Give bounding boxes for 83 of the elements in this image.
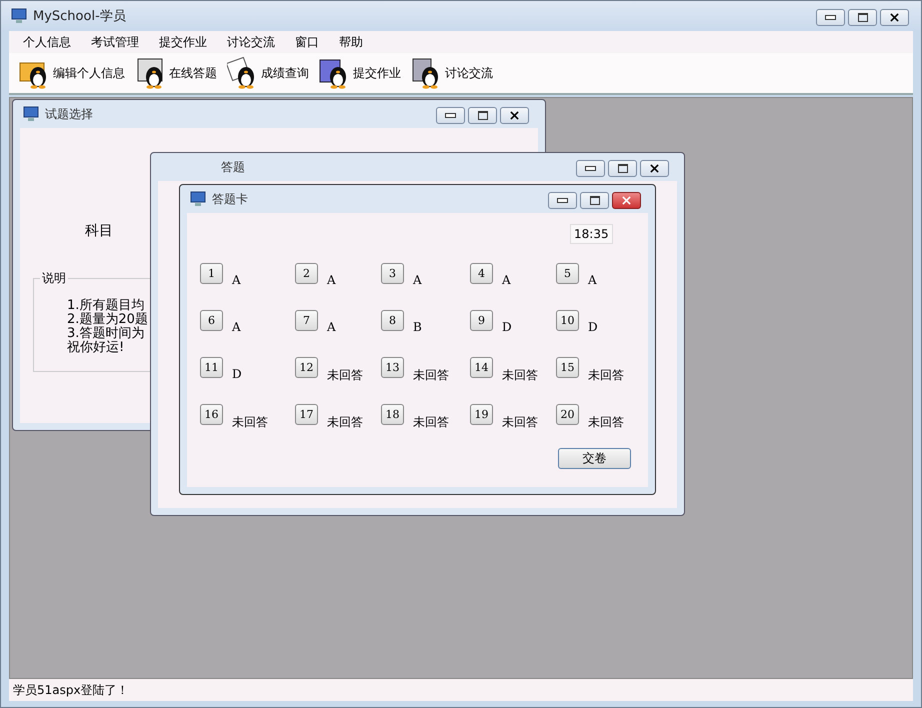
minimize-button[interactable] (816, 9, 845, 26)
menu-item[interactable]: 提交作业 (159, 34, 207, 50)
window-title: 答题卡 (212, 190, 248, 208)
close-button[interactable] (640, 160, 669, 177)
description-line: 3.答题时间为 (67, 327, 146, 341)
maximize-button[interactable] (468, 107, 497, 124)
question-button[interactable]: 12 (295, 357, 318, 378)
answer-text: 未回答 (413, 414, 449, 431)
window-title: MySchool-学员 (33, 8, 126, 25)
toolbar-button[interactable]: 编辑个人信息 (19, 57, 131, 89)
question-button[interactable]: 10 (556, 310, 579, 331)
computer-icon (190, 191, 206, 207)
menu-item[interactable]: 考试管理 (91, 34, 139, 50)
toolbar-button[interactable]: 提交作业 (319, 57, 407, 89)
description-line: 1.所有题目均 (67, 299, 144, 313)
toolbar-button[interactable]: 讨论交流 (411, 57, 499, 89)
menu-item[interactable]: 窗口 (295, 34, 319, 50)
question-button[interactable]: 7 (295, 310, 318, 331)
minimize-button[interactable] (548, 192, 577, 209)
question-button[interactable]: 18 (381, 404, 404, 425)
close-icon (510, 111, 519, 120)
question-button[interactable]: 9 (470, 310, 493, 331)
close-icon (622, 196, 631, 205)
question-button[interactable]: 13 (381, 357, 404, 378)
question-button[interactable]: 17 (295, 404, 318, 425)
close-button[interactable] (612, 192, 641, 209)
answer-text: 未回答 (502, 414, 538, 431)
question-button[interactable]: 6 (200, 310, 223, 331)
close-button[interactable] (500, 107, 529, 124)
description-line: 祝你好运! (67, 341, 126, 355)
question-button[interactable]: 8 (381, 310, 404, 331)
question-button[interactable]: 11 (200, 357, 223, 378)
answer-text: D (502, 320, 512, 334)
answer-text: 未回答 (413, 367, 449, 384)
question-button[interactable]: 3 (381, 263, 404, 284)
window-title: 试题选择 (45, 106, 93, 122)
computer-icon (23, 106, 39, 122)
status-text: 学员51aspx登陆了！ (13, 682, 129, 698)
toolbar-button[interactable]: 成绩查询 (227, 57, 315, 89)
answer-text: B (413, 320, 422, 334)
computer-icon (11, 8, 27, 24)
answer-text: 未回答 (232, 414, 268, 431)
question-button[interactable]: 4 (470, 263, 493, 284)
window-title: 答题 (220, 158, 245, 176)
answer-text: A (327, 320, 336, 334)
question-button[interactable]: 1 (200, 263, 223, 284)
answer-text: 未回答 (588, 367, 624, 384)
toolbar-button[interactable]: 在线答题 (135, 57, 223, 89)
answer-text: A (588, 273, 597, 287)
submit-button[interactable]: 交卷 (558, 448, 631, 469)
close-icon (650, 164, 659, 173)
answer-text: D (232, 367, 242, 381)
answer-text: D (588, 320, 598, 334)
question-button[interactable]: 14 (470, 357, 493, 378)
question-button[interactable]: 20 (556, 404, 579, 425)
menu-item[interactable]: 帮助 (339, 34, 363, 50)
answer-text: A (232, 273, 241, 287)
answer-text: A (502, 273, 511, 287)
menu-item[interactable]: 个人信息 (23, 34, 71, 50)
question-button[interactable]: 2 (295, 263, 318, 284)
group-label: 说明 (40, 270, 68, 287)
close-icon (890, 13, 899, 22)
answer-text: 未回答 (327, 414, 363, 431)
answer-text: 未回答 (502, 367, 538, 384)
minimize-button[interactable] (436, 107, 465, 124)
timer-display: 18:35 (570, 224, 613, 244)
question-button[interactable]: 15 (556, 357, 579, 378)
question-button[interactable]: 16 (200, 404, 223, 425)
answer-text: 未回答 (327, 367, 363, 384)
question-button[interactable]: 19 (470, 404, 493, 425)
close-button[interactable] (880, 9, 909, 26)
maximize-button[interactable] (580, 192, 609, 209)
answer-text: 未回答 (588, 414, 624, 431)
subject-label: 科目 (85, 222, 113, 240)
maximize-button[interactable] (608, 160, 637, 177)
answer-text: A (327, 273, 336, 287)
menu-item[interactable]: 讨论交流 (227, 34, 275, 50)
minimize-button[interactable] (576, 160, 605, 177)
maximize-button[interactable] (848, 9, 877, 26)
answer-text: A (413, 273, 422, 287)
question-button[interactable]: 5 (556, 263, 579, 284)
answer-text: A (232, 320, 241, 334)
description-line: 2.题量为20题 (67, 313, 148, 327)
